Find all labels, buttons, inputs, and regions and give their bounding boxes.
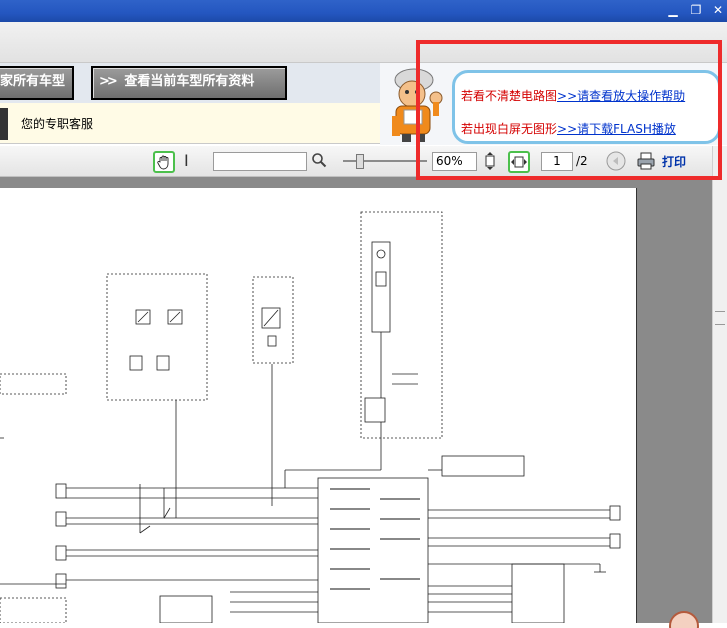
vertical-scrollbar[interactable] — [712, 146, 727, 623]
wiring-diagram — [0, 211, 621, 624]
maximize-icon[interactable]: ❐ — [688, 2, 704, 18]
search-input[interactable] — [213, 152, 307, 171]
service-label: 您的专职客服 — [21, 117, 94, 131]
scroll-grip[interactable] — [715, 311, 725, 325]
stamp-icon — [669, 611, 699, 628]
title-bar — [0, 0, 727, 22]
zoom-slider-handle[interactable] — [356, 154, 364, 169]
document-page — [0, 188, 637, 624]
all-models-button[interactable]: 家所有车型 — [0, 66, 74, 100]
text-cursor-icon[interactable]: I — [184, 151, 189, 170]
service-tab-edge — [0, 108, 8, 140]
current-model-button[interactable]: >> 查看当前车型所有资料 — [91, 66, 287, 100]
current-model-label: 查看当前车型所有资料 — [124, 74, 255, 89]
search-icon[interactable] — [311, 152, 327, 168]
close-icon[interactable]: ✕ — [710, 2, 726, 18]
double-arrow-icon: >> — [99, 74, 118, 89]
all-models-label: 家所有车型 — [0, 74, 66, 89]
hand-tool-button[interactable] — [153, 151, 175, 173]
highlight-box — [416, 40, 722, 180]
hand-tool-icon — [157, 155, 169, 170]
minimize-icon[interactable]: ▁ — [665, 2, 681, 18]
